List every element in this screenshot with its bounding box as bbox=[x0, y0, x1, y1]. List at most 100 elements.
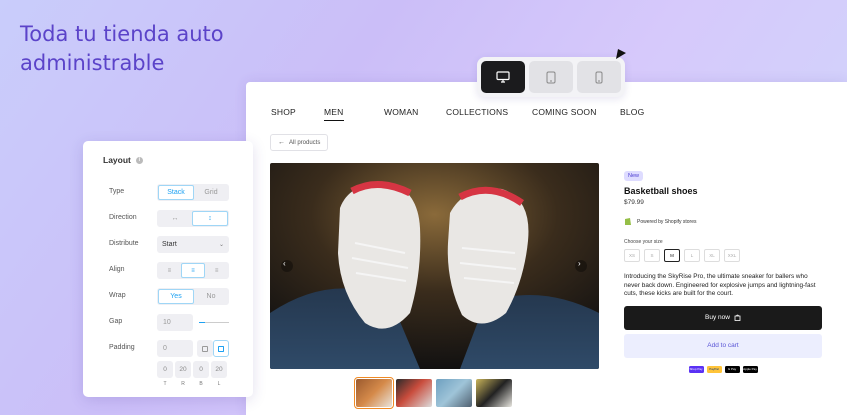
direction-toggle: ↔ ↕ bbox=[157, 210, 229, 227]
padding-top-label: T bbox=[163, 381, 167, 387]
distribute-value: Start bbox=[162, 241, 177, 248]
align-end-icon: ≡ bbox=[214, 267, 219, 274]
arrows-vertical-icon: ↕ bbox=[208, 215, 212, 222]
direction-vertical-option[interactable]: ↕ bbox=[192, 211, 228, 226]
padding-left-label: L bbox=[217, 381, 221, 387]
padding-input[interactable]: 0 bbox=[157, 340, 193, 357]
gap-slider[interactable] bbox=[199, 322, 229, 323]
padding-right-input[interactable]: 20 bbox=[175, 361, 191, 378]
mobile-icon bbox=[595, 71, 603, 83]
type-grid-option[interactable]: Grid bbox=[194, 185, 228, 200]
apple-pay-logo: Apple Pay bbox=[742, 365, 758, 373]
powered-by: Powered by Shopify stores bbox=[624, 217, 822, 226]
product-info: New Basketball shoes $79.99 Powered by S… bbox=[624, 164, 822, 373]
tablet-view-button[interactable] bbox=[529, 61, 573, 93]
product-image: ‹ › bbox=[270, 163, 599, 369]
nav-blog[interactable]: BLOG bbox=[620, 107, 644, 117]
store-preview: SHOP MEN WOMAN COLLECTIONS COMING SOON B… bbox=[246, 82, 847, 415]
product-price: $79.99 bbox=[624, 199, 644, 206]
add-to-cart-button[interactable]: Add to cart bbox=[624, 333, 822, 358]
next-image-icon[interactable]: › bbox=[578, 259, 581, 268]
thumbnail[interactable] bbox=[396, 379, 432, 407]
size-option-m[interactable]: M bbox=[664, 249, 680, 262]
gpay-logo: G Pay bbox=[724, 365, 740, 373]
mobile-view-button[interactable] bbox=[577, 61, 621, 93]
type-toggle: Stack Grid bbox=[157, 184, 229, 201]
product-title: Basketball shoes bbox=[624, 186, 698, 196]
size-options: XS S M L XL XXL bbox=[624, 249, 822, 262]
direction-label: Direction bbox=[109, 214, 137, 221]
gap-slider-fill bbox=[199, 322, 205, 323]
size-option-s[interactable]: S bbox=[644, 249, 660, 262]
corners-icon bbox=[218, 345, 224, 352]
nav-shop[interactable]: SHOP bbox=[271, 107, 296, 117]
nav-collections[interactable]: COLLECTIONS bbox=[446, 107, 508, 117]
align-toggle: ≡ ≡ ≡ bbox=[157, 262, 229, 279]
size-option-l[interactable]: L bbox=[684, 249, 700, 262]
buy-now-label: Buy now bbox=[705, 314, 730, 322]
product-description: Introducing the SkyRise Pro, the ultimat… bbox=[624, 273, 816, 298]
gap-input[interactable]: 10 bbox=[157, 314, 193, 331]
align-center-option[interactable]: ≡ bbox=[180, 263, 206, 278]
wrap-toggle: Yes No bbox=[157, 288, 229, 305]
buy-now-button[interactable]: Buy now bbox=[624, 305, 822, 330]
align-label: Align bbox=[109, 266, 125, 273]
align-start-option[interactable]: ≡ bbox=[158, 263, 181, 278]
shopify-icon bbox=[625, 218, 631, 225]
thumbnail[interactable] bbox=[436, 379, 472, 407]
gap-label: Gap bbox=[109, 318, 123, 325]
square-icon bbox=[202, 345, 208, 352]
prev-image-icon[interactable]: ‹ bbox=[283, 259, 286, 268]
size-option-xl[interactable]: XL bbox=[704, 249, 720, 262]
desktop-icon bbox=[496, 71, 510, 83]
all-products-button[interactable]: ← All products bbox=[270, 134, 329, 151]
thumbnail[interactable] bbox=[476, 379, 512, 407]
wrap-label: Wrap bbox=[109, 292, 126, 299]
direction-horizontal-option[interactable]: ↔ bbox=[158, 211, 192, 226]
bag-icon bbox=[734, 314, 741, 322]
info-icon[interactable]: i bbox=[135, 156, 143, 164]
padding-right-label: R bbox=[181, 381, 185, 387]
type-label: Type bbox=[109, 188, 125, 195]
size-option-xxl[interactable]: XXL bbox=[724, 249, 740, 262]
size-label: Choose your size bbox=[624, 239, 663, 245]
desktop-view-button[interactable] bbox=[481, 61, 525, 93]
distribute-label: Distribute bbox=[109, 240, 139, 247]
wrap-yes-option[interactable]: Yes bbox=[158, 289, 194, 304]
padding-bottom-input[interactable]: 0 bbox=[193, 361, 209, 378]
arrow-left-icon: ← bbox=[278, 139, 285, 146]
padding-label: Padding bbox=[109, 344, 135, 351]
powered-by-label: Powered by Shopify stores bbox=[637, 218, 697, 225]
padding-uniform-button[interactable] bbox=[197, 340, 213, 357]
arrows-horizontal-icon: ↔ bbox=[171, 215, 179, 222]
size-option-xs[interactable]: XS bbox=[624, 249, 640, 262]
thumbnail-strip bbox=[354, 377, 512, 409]
type-stack-option[interactable]: Stack bbox=[158, 185, 194, 200]
nav-men[interactable]: MEN bbox=[324, 107, 344, 121]
nav-coming-soon[interactable]: COMING SOON bbox=[532, 107, 597, 117]
layout-title-label: Layout bbox=[103, 155, 131, 165]
padding-bottom-label: B bbox=[199, 381, 203, 387]
nav-woman[interactable]: WOMAN bbox=[384, 107, 419, 117]
device-switcher bbox=[477, 57, 625, 97]
tablet-icon bbox=[546, 71, 556, 83]
layout-panel-title: Layout i bbox=[103, 155, 143, 165]
align-end-option[interactable]: ≡ bbox=[205, 263, 228, 278]
cursor-icon bbox=[616, 49, 626, 59]
distribute-select[interactable]: Start ⌄ bbox=[157, 236, 229, 253]
padding-left-input[interactable]: 20 bbox=[211, 361, 227, 378]
new-badge: New bbox=[624, 171, 644, 181]
chevron-down-icon: ⌄ bbox=[218, 242, 224, 248]
payment-methods: Shop Pay PayPal G Pay Apple Pay bbox=[624, 365, 822, 373]
layout-panel: Layout i Type Stack Grid Direction ↔ ↕ D… bbox=[83, 141, 253, 397]
paypal-logo: PayPal bbox=[706, 365, 722, 373]
shop-pay-logo: Shop Pay bbox=[688, 365, 704, 373]
padding-individual-button[interactable] bbox=[213, 340, 229, 357]
hero-title: Toda tu tienda auto administrable bbox=[20, 22, 224, 75]
wrap-no-option[interactable]: No bbox=[194, 289, 228, 304]
align-start-icon: ≡ bbox=[167, 267, 172, 274]
all-products-label: All products bbox=[289, 139, 321, 146]
padding-top-input[interactable]: 0 bbox=[157, 361, 173, 378]
align-center-icon: ≡ bbox=[191, 267, 195, 274]
thumbnail[interactable] bbox=[354, 377, 394, 409]
